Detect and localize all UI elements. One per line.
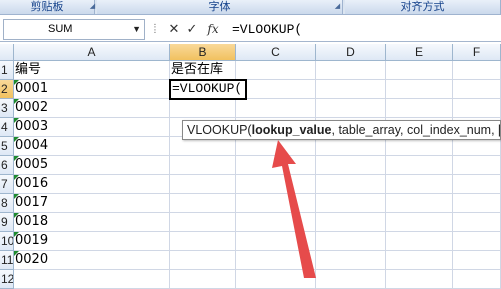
red-arrow-icon (0, 0, 501, 278)
